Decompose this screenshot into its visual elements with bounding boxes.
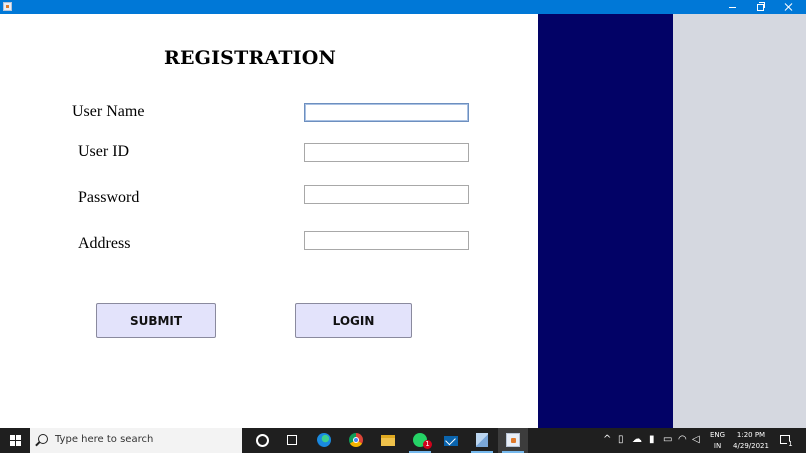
- file-explorer-icon: [381, 435, 395, 446]
- show-hidden-icons-chevron[interactable]: ^: [603, 434, 611, 445]
- windows-logo-icon: [10, 435, 21, 446]
- java-app-taskbar-button[interactable]: [498, 428, 528, 453]
- notification-badge: 1: [787, 440, 794, 448]
- submit-button[interactable]: SUBMIT: [96, 303, 216, 338]
- task-view-icon: [287, 435, 297, 445]
- minimize-button[interactable]: [719, 0, 747, 14]
- onedrive-icon[interactable]: ☁: [632, 434, 642, 445]
- clock[interactable]: 1:20 PM 4/29/2021: [731, 430, 771, 452]
- chrome-button[interactable]: [341, 428, 371, 453]
- navy-side-panel: [538, 14, 673, 428]
- taskbar-search-box[interactable]: Type here to search: [30, 428, 242, 453]
- password-label: Password: [78, 189, 140, 206]
- registration-form: REGISTRATION User Name User ID Password …: [0, 14, 538, 428]
- cortana-icon: [256, 434, 269, 447]
- search-icon: [38, 434, 48, 444]
- search-placeholder: Type here to search: [55, 434, 154, 445]
- start-button[interactable]: [0, 428, 30, 453]
- edge-button[interactable]: [309, 428, 339, 453]
- form-title: REGISTRATION: [164, 47, 337, 69]
- address-field[interactable]: [304, 231, 469, 250]
- user-name-label: User Name: [72, 103, 145, 120]
- edge-icon: [317, 433, 331, 447]
- taskbar: Type here to search 1 ^ ▯ ☁ ▮ ▭ ◠ ◁ ENG …: [0, 428, 806, 453]
- battery-icon[interactable]: ▭: [663, 434, 672, 445]
- clock-time: 1:20 PM: [736, 431, 766, 439]
- mail-button[interactable]: [436, 428, 466, 453]
- user-id-label: User ID: [78, 143, 130, 160]
- close-button[interactable]: [775, 0, 803, 14]
- user-id-field[interactable]: [304, 143, 469, 162]
- 3d-app-button[interactable]: [467, 428, 497, 453]
- whatsapp-button[interactable]: 1: [405, 428, 435, 453]
- chrome-icon: [349, 433, 363, 447]
- address-label: Address: [78, 235, 131, 252]
- user-name-field[interactable]: [304, 103, 469, 122]
- volume-icon[interactable]: ◁: [692, 434, 700, 445]
- mail-icon: [444, 436, 458, 446]
- java-app-icon: [506, 433, 520, 447]
- file-explorer-button[interactable]: [373, 428, 403, 453]
- meet-now-icon[interactable]: ▯: [618, 434, 624, 445]
- region-code: IN: [713, 442, 722, 450]
- task-view-button[interactable]: [277, 428, 307, 453]
- 3d-box-icon: [476, 433, 488, 447]
- language-indicator[interactable]: ENG IN: [710, 430, 725, 452]
- maximize-button[interactable]: [747, 0, 775, 14]
- wifi-icon[interactable]: ◠: [678, 434, 687, 445]
- java-app-icon: [3, 2, 12, 11]
- clock-date: 4/29/2021: [733, 442, 769, 450]
- whatsapp-badge: 1: [423, 440, 432, 449]
- password-field[interactable]: [304, 185, 469, 204]
- usb-icon[interactable]: ▮: [649, 434, 655, 445]
- language-code: ENG: [710, 431, 726, 439]
- grey-side-panel: [673, 14, 806, 428]
- cortana-button[interactable]: [247, 428, 277, 453]
- window-titlebar: [0, 0, 806, 14]
- login-button[interactable]: LOGIN: [295, 303, 412, 338]
